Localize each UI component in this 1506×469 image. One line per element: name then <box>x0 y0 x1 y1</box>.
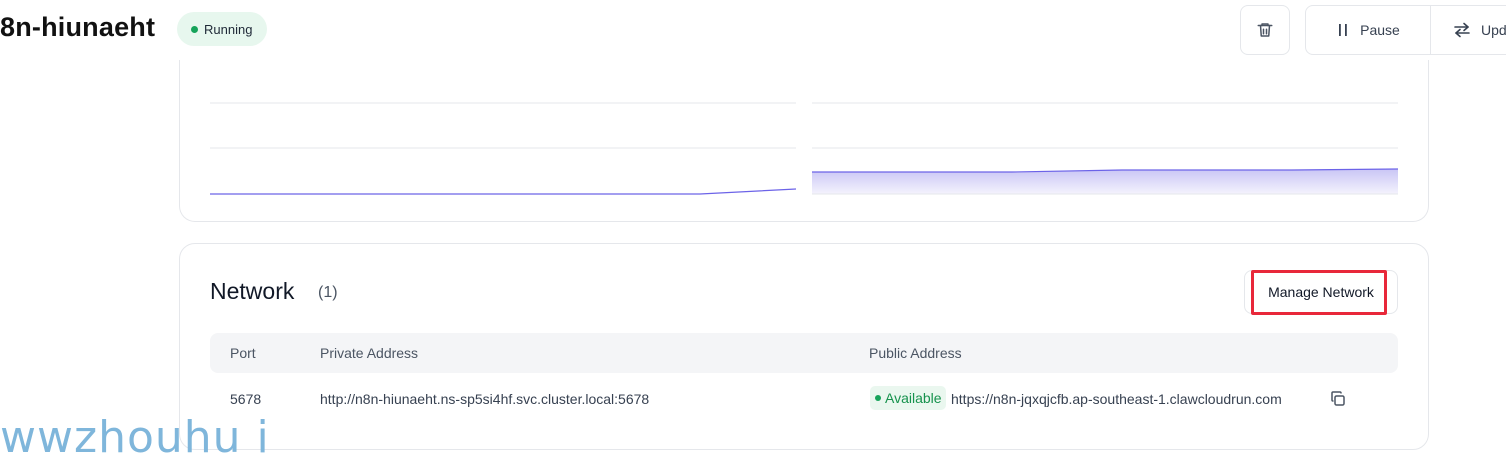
watermark: wwzhouhu i <box>0 412 270 463</box>
column-header-private-address: Private Address <box>320 345 419 361</box>
monitor-card <box>179 60 1429 222</box>
pause-button[interactable]: Pause <box>1306 6 1431 54</box>
delete-button[interactable] <box>1240 5 1290 55</box>
status-dot <box>191 25 198 33</box>
private-address-cell: http://n8n-hiunaeht.ns-sp5si4hf.svc.clus… <box>320 391 650 407</box>
pause-icon <box>1339 24 1347 36</box>
available-dot <box>875 395 881 401</box>
column-header-public-address: Public Address <box>869 345 962 361</box>
available-badge: Available <box>870 386 946 410</box>
table-header: Port Private Address Public Address <box>210 333 1398 373</box>
cpu-usage-chart <box>210 102 796 195</box>
memory-usage-chart <box>812 102 1398 195</box>
status-label: Running <box>204 21 253 37</box>
copy-icon <box>1331 391 1345 406</box>
network-card: Network (1) Manage Network Port Private … <box>179 243 1429 450</box>
trash-icon <box>1257 23 1273 37</box>
column-header-port: Port <box>230 345 256 361</box>
network-count: (1) <box>318 284 338 301</box>
public-address-link[interactable]: https://n8n-jqxqjcfb.ap-southeast-1.claw… <box>951 391 1282 407</box>
swap-arrows-icon <box>1454 22 1470 38</box>
status-badge: Running <box>177 12 268 46</box>
app-title: 8n-hiunaeht <box>0 12 156 42</box>
available-label: Available <box>885 390 942 406</box>
update-button[interactable]: Upd <box>1431 6 1506 54</box>
copy-button[interactable] <box>1329 390 1347 408</box>
action-button-group: Pause Upd <box>1305 5 1506 55</box>
update-label: Upd <box>1481 22 1506 38</box>
port-cell: 5678 <box>230 391 262 407</box>
manage-network-button[interactable]: Manage Network <box>1244 270 1398 314</box>
pause-label: Pause <box>1360 22 1400 38</box>
network-title: Network <box>210 278 295 304</box>
